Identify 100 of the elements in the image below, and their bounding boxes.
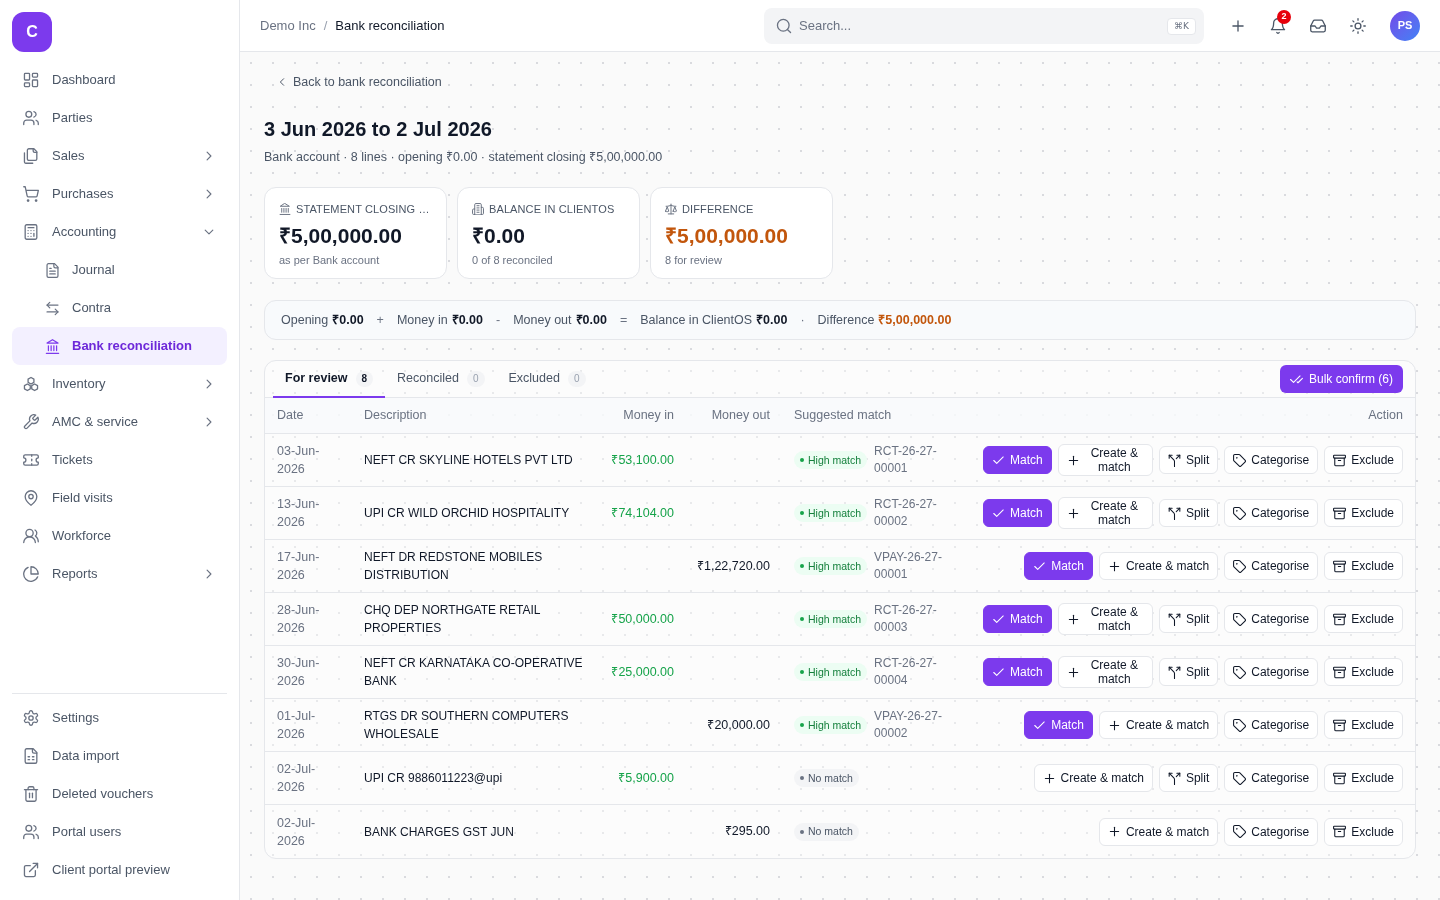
categorise-button[interactable]: Categorise <box>1224 658 1319 686</box>
people-icon <box>23 824 39 840</box>
sidebar-item[interactable]: AMC & service <box>12 403 227 441</box>
split-button[interactable]: Split <box>1158 499 1219 527</box>
split-icon <box>1167 506 1181 520</box>
create-match-button[interactable]: Create & match <box>1057 444 1153 476</box>
map-pin-icon <box>23 490 39 506</box>
column-header: Money in <box>623 408 674 423</box>
exclude-button[interactable]: Exclude <box>1324 764 1403 792</box>
logo[interactable]: C <box>12 12 52 52</box>
avatar[interactable]: PS <box>1390 10 1420 41</box>
sidebar-item[interactable]: Portal users <box>12 813 227 851</box>
exclude-button[interactable]: Exclude <box>1324 817 1403 846</box>
exclude-button[interactable]: Exclude <box>1324 605 1403 633</box>
tab[interactable]: Excluded 0 <box>496 361 598 398</box>
sidebar-item[interactable]: Tickets <box>12 441 227 479</box>
boxes-icon <box>23 376 39 392</box>
calculator-icon <box>23 224 39 240</box>
categorise-button[interactable]: Categorise <box>1224 817 1319 846</box>
match-status: High match <box>808 666 862 678</box>
match-button[interactable]: Match <box>983 658 1052 686</box>
plus-icon <box>1066 665 1080 679</box>
split-button[interactable]: Split <box>1158 764 1219 792</box>
money-in-cell: ₹50,000.00 <box>611 611 674 626</box>
match-button[interactable]: Match <box>1024 552 1093 580</box>
breadcrumb-current: Bank reconciliation <box>335 16 445 35</box>
split-button[interactable]: Split <box>1158 658 1219 686</box>
tab[interactable]: Reconciled 0 <box>385 361 497 398</box>
plus-icon <box>1107 559 1121 573</box>
match-button[interactable]: Match <box>1024 711 1093 739</box>
categorise-button[interactable]: Categorise <box>1224 446 1319 474</box>
create-match-button[interactable]: Create & match <box>1057 497 1153 529</box>
tag-icon <box>1233 612 1247 626</box>
sidebar-item[interactable]: Deleted vouchers <box>12 775 227 813</box>
create-match-button[interactable]: Create & match <box>1033 764 1153 792</box>
exclude-button[interactable]: Exclude <box>1324 446 1403 474</box>
create-match-button[interactable]: Create & match <box>1057 603 1153 635</box>
sidebar-item[interactable]: Workforce <box>12 517 227 555</box>
reference-text: RCT-26-27-00002 <box>874 496 938 530</box>
sidebar-item[interactable]: Journal <box>12 251 227 289</box>
create-match-button[interactable]: Create & match <box>1098 711 1219 739</box>
create-match-button[interactable]: Create & match <box>1098 817 1219 846</box>
bulk-confirm-button[interactable]: Bulk confirm (6) <box>1279 365 1403 393</box>
description-cell-text: BANK CHARGES GST JUN <box>364 823 515 841</box>
stat-value: ₹0.00 <box>472 223 525 249</box>
money-in-cell: ₹74,104.00 <box>611 505 674 520</box>
people-icon <box>23 110 39 126</box>
notification-count: 2 <box>1277 9 1291 24</box>
tag-icon <box>1233 771 1247 785</box>
sidebar-item[interactable]: Inventory <box>12 365 227 403</box>
money-out-cell: ₹1,22,720.00 <box>696 558 770 573</box>
sidebar-item[interactable]: Parties <box>12 99 227 137</box>
sidebar-item[interactable]: Client portal preview <box>12 851 227 889</box>
check-icon <box>992 453 1005 467</box>
description-cell-text: NEFT CR SKYLINE HOTELS PVT LTD <box>364 452 574 469</box>
exclude-button[interactable]: Exclude <box>1324 658 1403 686</box>
sidebar-item[interactable]: Sales <box>12 137 227 175</box>
sidebar-item[interactable]: Purchases <box>12 175 227 213</box>
building-icon <box>472 203 484 215</box>
sidebar-item[interactable]: Bank reconciliation <box>12 327 227 365</box>
breadcrumb-link[interactable]: Demo Inc <box>260 15 316 36</box>
categorise-button[interactable]: Categorise <box>1224 711 1319 739</box>
back-link[interactable]: Back to bank reconciliation <box>264 68 454 96</box>
sidebar-item[interactable]: Dashboard <box>12 61 227 99</box>
operator-symbol: - <box>496 311 501 329</box>
sidebar-item[interactable]: Accounting <box>12 213 227 251</box>
split-button[interactable]: Split <box>1158 446 1219 474</box>
categorise-button[interactable]: Categorise <box>1224 499 1319 527</box>
split-button[interactable]: Split <box>1158 605 1219 633</box>
operator-symbol: · <box>800 311 805 329</box>
match-button[interactable]: Match <box>983 446 1052 474</box>
categorise-button[interactable]: Categorise <box>1224 552 1319 580</box>
categorise-button[interactable]: Categorise <box>1224 764 1319 792</box>
inbox-icon <box>1310 17 1326 34</box>
match-button[interactable]: Match <box>983 499 1052 527</box>
match-button[interactable]: Match <box>983 605 1052 633</box>
spreadsheet-icon <box>23 748 39 764</box>
archive-icon <box>1333 559 1347 573</box>
split-icon <box>1167 612 1181 626</box>
categorise-button[interactable]: Categorise <box>1224 605 1319 633</box>
notifications-button[interactable]: 2 <box>1262 9 1294 42</box>
reference-text: RCT-26-27-00003 <box>874 602 938 636</box>
date-cell-text: 17-Jun-2026 <box>277 549 321 584</box>
exclude-button[interactable]: Exclude <box>1324 552 1403 580</box>
sidebar-item[interactable]: Contra <box>12 289 227 327</box>
exclude-button[interactable]: Exclude <box>1324 711 1403 739</box>
sidebar-item[interactable]: Field visits <box>12 479 227 517</box>
create-match-button[interactable]: Create & match <box>1057 656 1153 688</box>
money-in-cell: ₹25,000.00 <box>611 664 674 679</box>
sidebar-item[interactable]: Reports <box>12 555 227 593</box>
create-match-button[interactable]: Create & match <box>1098 552 1219 580</box>
exclude-button[interactable]: Exclude <box>1324 499 1403 527</box>
sidebar-item[interactable]: Settings <box>12 699 227 737</box>
sidebar-item[interactable]: Data import <box>12 737 227 775</box>
money-out-cell: ₹20,000.00 <box>707 717 770 732</box>
check-icon <box>1033 718 1047 732</box>
tag-icon <box>1233 825 1247 838</box>
column-header: Date <box>277 408 304 423</box>
archive-icon <box>1333 665 1347 679</box>
money-in-cell: ₹5,900.00 <box>618 770 674 785</box>
